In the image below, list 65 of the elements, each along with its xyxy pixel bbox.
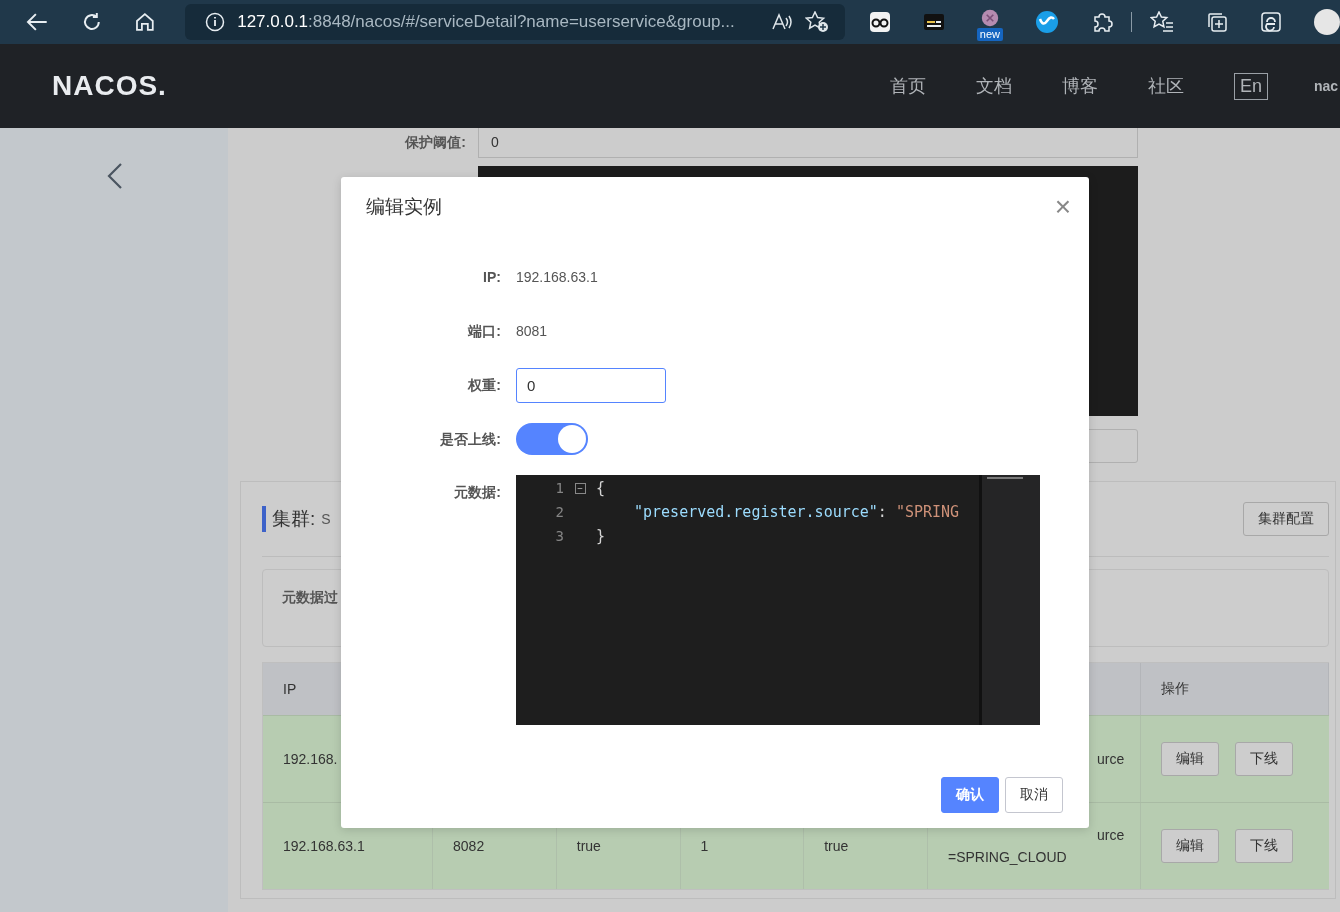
logo[interactable]: NACOS.: [52, 70, 167, 102]
table-cell: 192.168.: [283, 751, 338, 767]
refresh-icon[interactable]: [81, 12, 102, 32]
nav-link[interactable]: 首页: [889, 74, 926, 98]
chevron-left-icon[interactable]: [107, 162, 123, 190]
star-add-icon[interactable]: [804, 11, 829, 33]
info-icon[interactable]: [205, 12, 226, 32]
puzzle-icon[interactable]: [1091, 11, 1113, 33]
field-value: 8081: [516, 323, 548, 339]
row-action-button[interactable]: 编辑: [1161, 742, 1220, 776]
code-line: {: [596, 479, 606, 497]
browser-e-icon[interactable]: [1260, 11, 1282, 33]
back-icon[interactable]: [26, 13, 48, 31]
table-cell: true: [824, 838, 849, 854]
table-cell: 1: [700, 838, 709, 854]
read-aloud-icon[interactable]: [770, 12, 793, 32]
field-label: 保护阈值:: [404, 134, 467, 152]
field-label: 权重:: [467, 376, 501, 395]
language-button[interactable]: En: [1233, 72, 1268, 100]
fold-toggle[interactable]: −: [574, 482, 586, 494]
line-number: 3: [554, 528, 564, 544]
address-bar[interactable]: 127.0.0.1:8848/nacos/#/serviceDetail?name=userservice&group...: [185, 4, 845, 40]
code-editor[interactable]: 1 − { 2 "preserved.register.source": "SPRING 3 }: [516, 475, 1040, 725]
code-line: }: [596, 527, 606, 545]
nav-link[interactable]: 博客: [1061, 74, 1098, 98]
avatar-icon[interactable]: [1314, 9, 1340, 35]
collections-icon[interactable]: [1206, 11, 1228, 33]
terminal-icon[interactable]: [922, 13, 945, 31]
threshold-field[interactable]: 0: [478, 128, 1138, 158]
filter-label: 元数据过: [282, 589, 338, 605]
wave-icon[interactable]: [1035, 10, 1059, 34]
field-label: 元数据:: [453, 483, 501, 502]
home-icon[interactable]: [135, 12, 156, 32]
field-label: IP:: [482, 268, 501, 287]
field-label: 端口:: [467, 322, 501, 341]
field-value: 192.168.63.1: [516, 269, 598, 285]
nav-link[interactable]: 社区: [1147, 74, 1184, 98]
table-cell-text: urce: [1096, 827, 1125, 843]
cancel-button[interactable]: 取消: [1005, 777, 1063, 813]
table-cell-text: urce: [1096, 751, 1125, 767]
row-action-button[interactable]: 下线: [1235, 742, 1294, 776]
line-number: 1: [554, 480, 564, 496]
nav-link[interactable]: 文档: [975, 74, 1012, 98]
row-action-button[interactable]: 下线: [1235, 829, 1294, 863]
favorites-icon[interactable]: [1150, 11, 1174, 33]
user-name[interactable]: nac: [1314, 78, 1340, 94]
cluster-name: S: [321, 511, 331, 527]
weight-input[interactable]: 0: [516, 367, 666, 403]
field-label: 是否上线:: [439, 430, 501, 449]
close-button[interactable]: ×: [1050, 193, 1075, 221]
url-text: 127.0.0.1:8848/nacos/#/serviceDetail?name=userservice&group...: [237, 12, 736, 32]
table-cell: 8082: [453, 838, 485, 854]
table-cell: 192.168.63.1: [283, 838, 365, 854]
online-switch[interactable]: [516, 423, 588, 455]
table-cell-text: =SPRING_CLOUD: [947, 849, 1068, 865]
dialog-title: 编辑实例: [366, 195, 442, 219]
code-line: "preserved.register.source": "SPRING: [633, 503, 960, 521]
cluster-title: 集群:: [262, 506, 316, 532]
extension-icon[interactable]: [980, 9, 999, 27]
row-action-button[interactable]: 编辑: [1161, 829, 1220, 863]
glasses-icon[interactable]: [868, 11, 891, 33]
new-badge: new: [976, 28, 1003, 41]
cluster-config-button[interactable]: 集群配置: [1243, 502, 1329, 536]
line-number: 2: [554, 504, 564, 520]
table-cell: true: [576, 838, 601, 854]
